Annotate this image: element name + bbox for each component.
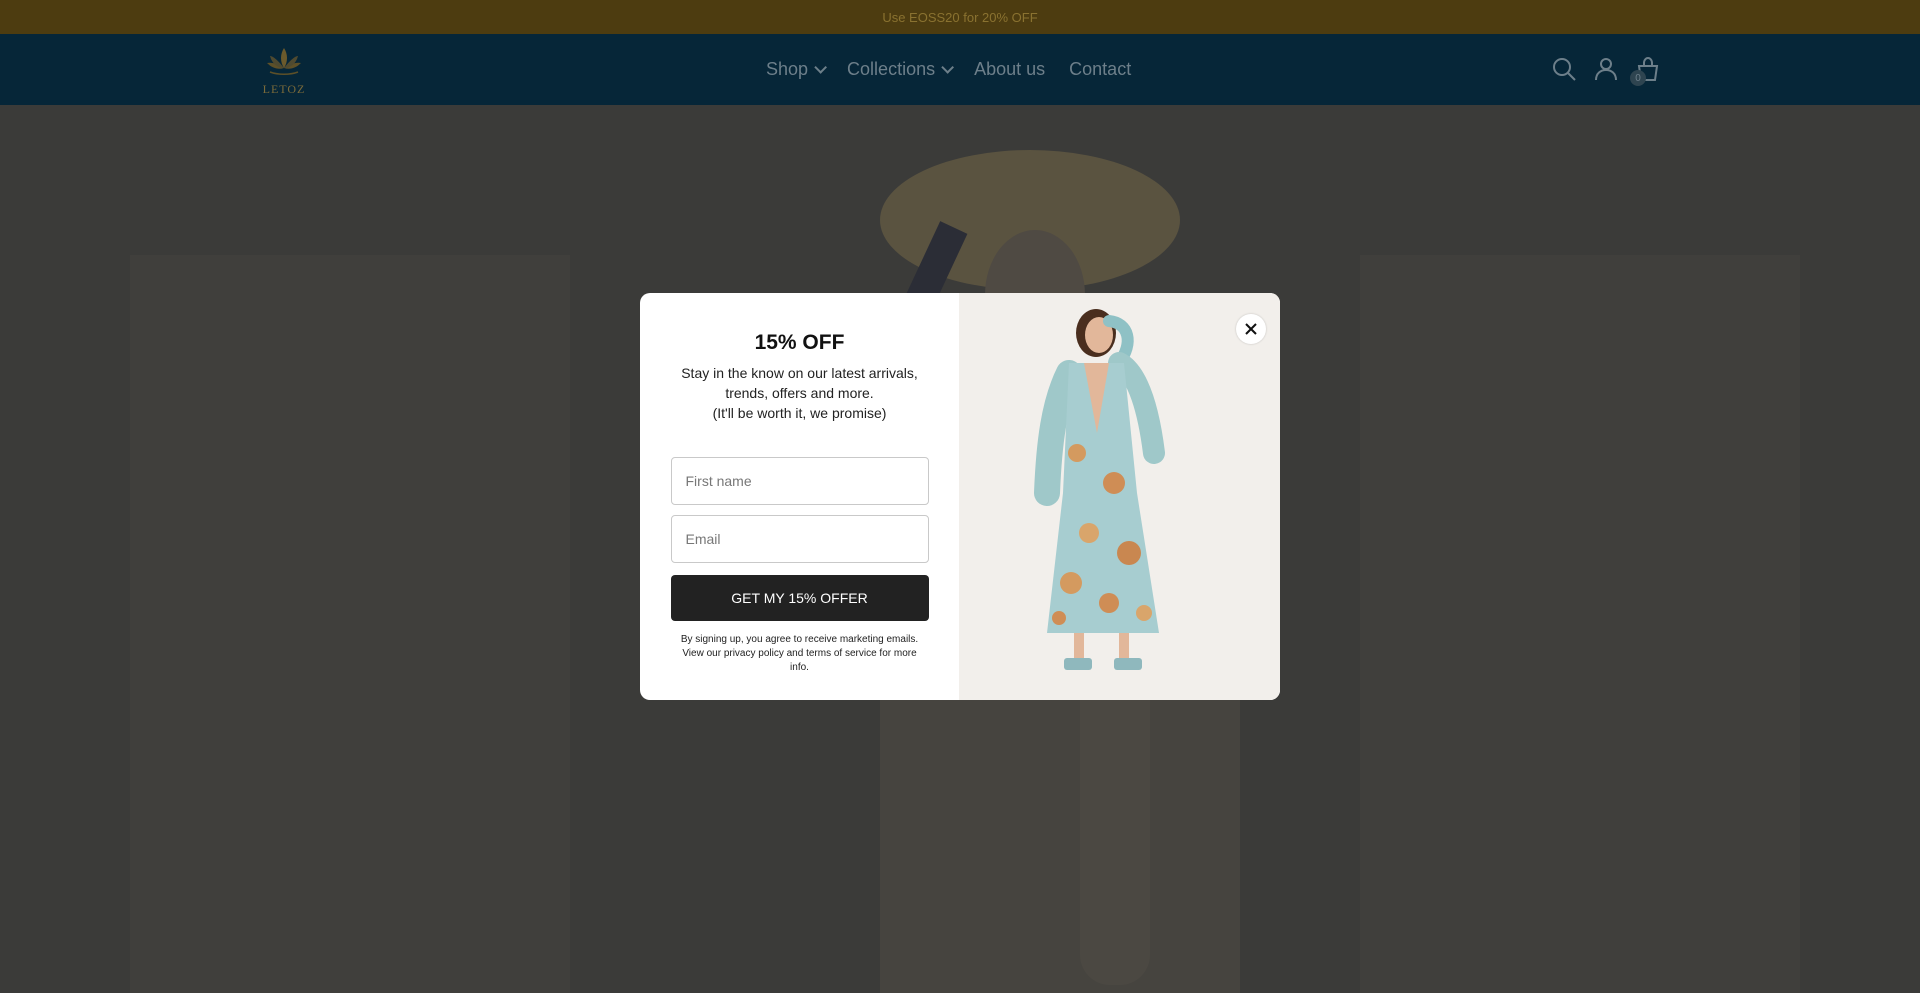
chevron-down-icon — [814, 61, 828, 74]
first-name-field[interactable] — [670, 457, 929, 505]
hero-model-arm — [1080, 665, 1150, 985]
nav-item-label: About us — [974, 59, 1046, 79]
lotus-logo-icon — [267, 48, 301, 75]
logo[interactable]: LETOZ — [258, 44, 310, 98]
main-nav: Shop Collections About us Contact — [766, 34, 1131, 105]
popup-description: Stay in the know on our latest arrivals,… — [670, 363, 930, 423]
popup-product-image — [959, 293, 1280, 700]
popup-title: 15% OFF — [754, 331, 845, 354]
cart-count-badge: 0 — [1630, 70, 1646, 86]
popup-description-line: trends, offers and more. — [725, 385, 874, 401]
announcement-bar: Use EOSS20 for 20% OFF — [0, 0, 1920, 34]
hero-decor — [130, 255, 570, 993]
close-icon — [1245, 323, 1257, 335]
account-icon[interactable] — [1593, 56, 1619, 82]
legal-text: By signing up, you agree to receive mark… — [680, 634, 919, 673]
close-popup-button[interactable] — [1236, 314, 1266, 344]
site-header: LETOZ Shop Collections About us Contact — [0, 34, 1920, 105]
nav-item-contact[interactable]: Contact — [1069, 59, 1131, 80]
nav-item-shop[interactable]: Shop — [766, 59, 828, 80]
logo-text: LETOZ — [262, 82, 306, 96]
nav-item-label: Collections — [847, 59, 936, 79]
popup-form-panel: 15% OFF Stay in the know on our latest a… — [640, 293, 959, 700]
nav-item-collections[interactable]: Collections — [847, 59, 955, 80]
first-name-input[interactable] — [685, 473, 928, 489]
nav-item-label: Contact — [1069, 59, 1132, 79]
nav-item-about[interactable]: About us — [974, 59, 1045, 80]
model-dress-image — [959, 293, 1280, 700]
hero-decor — [1360, 255, 1800, 993]
email-field[interactable] — [670, 515, 929, 563]
nav-item-label: Shop — [766, 59, 809, 79]
email-input[interactable] — [685, 531, 928, 547]
popup-description-line: Stay in the know on our latest arrivals, — [681, 365, 918, 381]
get-offer-button[interactable]: GET MY 15% OFFER — [670, 575, 929, 621]
chevron-down-icon — [941, 61, 955, 74]
announcement-text: Use EOSS20 for 20% OFF — [882, 9, 1038, 25]
search-icon[interactable] — [1551, 56, 1577, 82]
signup-popup: 15% OFF Stay in the know on our latest a… — [640, 293, 1280, 700]
popup-description-line: (It'll be worth it, we promise) — [712, 405, 887, 421]
